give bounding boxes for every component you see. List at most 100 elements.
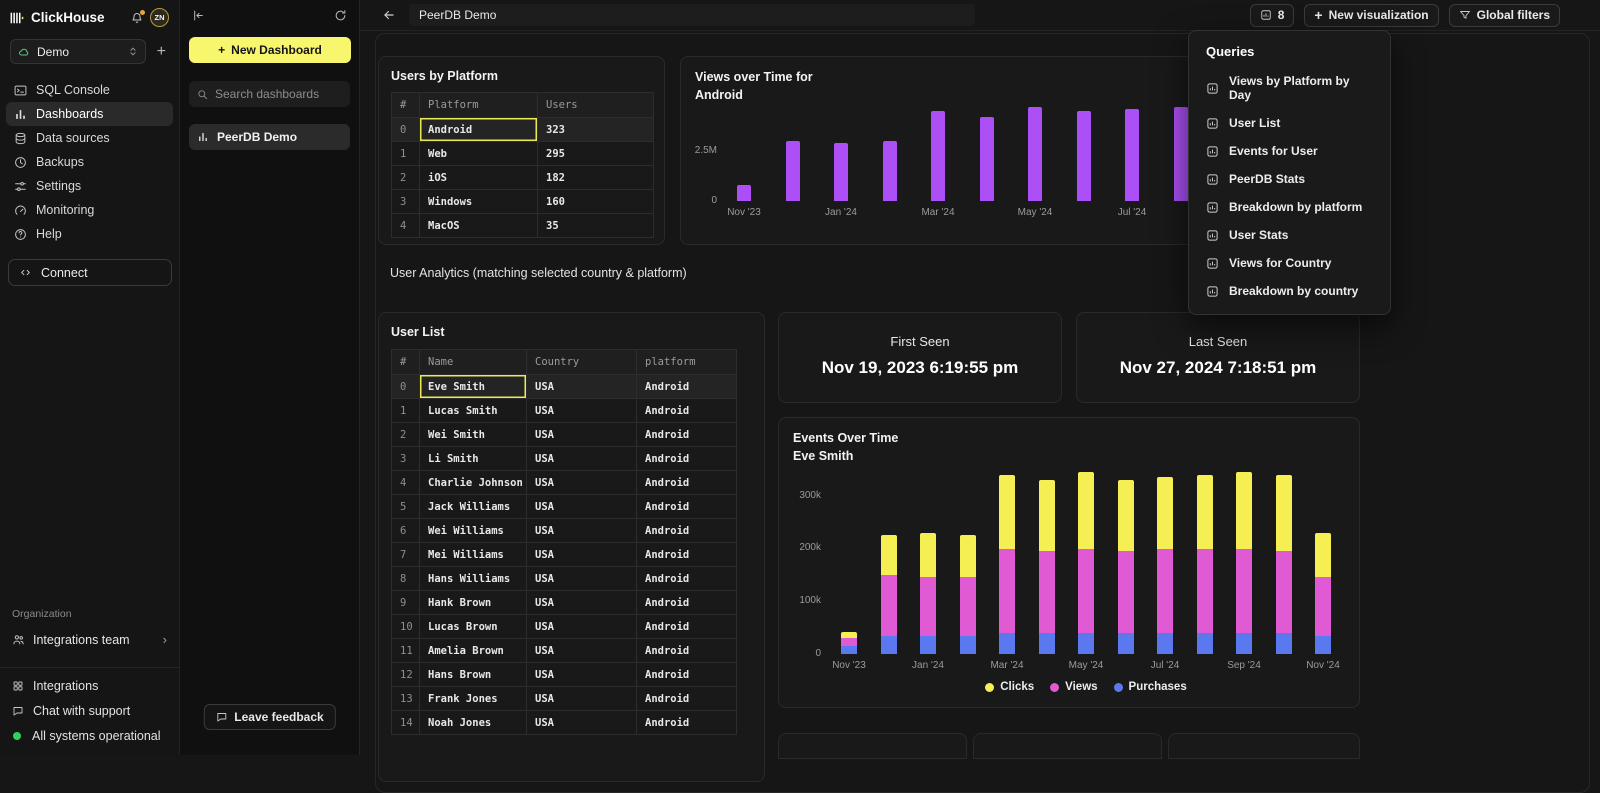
table-cell[interactable]: Android (637, 447, 737, 471)
chart-bar[interactable] (834, 143, 848, 201)
bar-segment-purchases[interactable] (1078, 633, 1094, 654)
bar-segment-clicks[interactable] (881, 535, 897, 575)
table-cell[interactable]: iOS (420, 166, 538, 190)
leave-feedback-button[interactable]: Leave feedback (203, 704, 335, 730)
row-index-cell[interactable]: 10 (392, 615, 420, 639)
bar-segment-views[interactable] (920, 577, 936, 635)
table-cell[interactable]: Android (637, 471, 737, 495)
table-cell[interactable]: USA (527, 567, 637, 591)
table-cell[interactable]: Windows (420, 190, 538, 214)
chart-bar[interactable] (1276, 475, 1292, 654)
table-cell[interactable]: Android (637, 711, 737, 735)
chart-bar[interactable] (1078, 472, 1094, 654)
bar-segment-views[interactable] (999, 549, 1015, 633)
table-cell[interactable]: 295 (538, 142, 654, 166)
table-cell[interactable]: Android (637, 495, 737, 519)
footer-item-system-status[interactable]: All systems operational (12, 729, 167, 743)
sidebar-item-data-sources[interactable]: Data sources (6, 126, 173, 150)
query-menu-item[interactable]: User Stats (1189, 221, 1390, 249)
table-cell[interactable]: Android (420, 118, 538, 142)
table-row[interactable]: 9Hank BrownUSAAndroid (392, 591, 737, 615)
table-cell[interactable]: Android (637, 687, 737, 711)
add-service-button[interactable]: + (154, 44, 169, 60)
bar-segment-purchases[interactable] (1236, 633, 1252, 654)
bar-segment-purchases[interactable] (1197, 633, 1213, 654)
bar-segment-purchases[interactable] (841, 646, 857, 654)
bar-segment-clicks[interactable] (1315, 533, 1331, 578)
table-cell[interactable]: Jack Williams (420, 495, 527, 519)
chart-bar[interactable] (960, 535, 976, 654)
table-cell[interactable]: Hans Brown (420, 663, 527, 687)
chart-bar[interactable] (1236, 472, 1252, 654)
table-cell[interactable]: USA (527, 495, 637, 519)
footer-item-chat-support[interactable]: Chat with support (12, 704, 167, 718)
table-row[interactable]: 2iOS182 (392, 166, 654, 190)
service-selector[interactable]: Demo (10, 39, 146, 64)
row-index-cell[interactable]: 14 (392, 711, 420, 735)
table-cell[interactable]: Android (637, 615, 737, 639)
table-row[interactable]: 0Eve SmithUSAAndroid (392, 375, 737, 399)
table-cell[interactable]: 35 (538, 214, 654, 238)
table-cell[interactable]: USA (527, 423, 637, 447)
table-row[interactable]: 8Hans WilliamsUSAAndroid (392, 567, 737, 591)
row-index-cell[interactable]: 1 (392, 142, 420, 166)
table-cell[interactable]: Android (637, 591, 737, 615)
table-cell[interactable]: Android (637, 663, 737, 687)
table-row[interactable]: 3Windows160 (392, 190, 654, 214)
bar-segment-clicks[interactable] (1236, 472, 1252, 549)
chart-bar[interactable] (1077, 111, 1091, 201)
legend-item[interactable]: Purchases (1114, 681, 1187, 693)
bar-segment-clicks[interactable] (999, 475, 1015, 549)
row-index-cell[interactable]: 4 (392, 471, 420, 495)
chart-bar[interactable] (1118, 480, 1134, 654)
row-index-cell[interactable]: 12 (392, 663, 420, 687)
sidebar-item-help[interactable]: Help (6, 222, 173, 246)
query-menu-item[interactable]: Breakdown by country (1189, 277, 1390, 305)
table-cell[interactable]: Lucas Brown (420, 615, 527, 639)
table-row[interactable]: 1Lucas SmithUSAAndroid (392, 399, 737, 423)
sidebar-item-dashboards[interactable]: Dashboards (6, 102, 173, 126)
table-cell[interactable]: 323 (538, 118, 654, 142)
bar-segment-views[interactable] (1039, 551, 1055, 633)
chart-bar[interactable] (1028, 107, 1042, 201)
bar-segment-clicks[interactable] (1157, 477, 1173, 548)
query-menu-item[interactable]: Breakdown by platform (1189, 193, 1390, 221)
table-cell[interactable]: USA (527, 375, 637, 399)
row-index-cell[interactable]: 13 (392, 687, 420, 711)
table-cell[interactable]: 160 (538, 190, 654, 214)
table-cell[interactable]: Android (637, 519, 737, 543)
new-visualization-button[interactable]: + New visualization (1304, 4, 1438, 27)
dashboard-search[interactable] (189, 81, 350, 107)
legend-item[interactable]: Clicks (985, 681, 1034, 693)
table-row[interactable]: 1Web295 (392, 142, 654, 166)
bar-segment-views[interactable] (1236, 549, 1252, 633)
row-index-cell[interactable]: 6 (392, 519, 420, 543)
table-cell[interactable]: Lucas Smith (420, 399, 527, 423)
query-menu-item[interactable]: Views for Country (1189, 249, 1390, 277)
bar-segment-views[interactable] (960, 577, 976, 635)
bar-segment-views[interactable] (1276, 551, 1292, 633)
table-cell[interactable]: Android (637, 375, 737, 399)
row-index-cell[interactable]: 7 (392, 543, 420, 567)
bar-segment-views[interactable] (1078, 549, 1094, 633)
chart-bar[interactable] (931, 111, 945, 201)
row-index-cell[interactable]: 9 (392, 591, 420, 615)
dashboard-list-item[interactable]: PeerDB Demo (189, 124, 350, 150)
table-row[interactable]: 0Android323 (392, 118, 654, 142)
bar-segment-purchases[interactable] (999, 633, 1015, 654)
sidebar-item-settings[interactable]: Settings (6, 174, 173, 198)
bar-segment-purchases[interactable] (1039, 633, 1055, 654)
bar-segment-clicks[interactable] (1118, 480, 1134, 551)
chart-bar[interactable] (883, 141, 897, 201)
bar-segment-purchases[interactable] (1315, 636, 1331, 655)
bar-segment-clicks[interactable] (1039, 480, 1055, 551)
table-cell[interactable]: Wei Williams (420, 519, 527, 543)
chart-bar[interactable] (920, 533, 936, 654)
table-cell[interactable]: USA (527, 543, 637, 567)
row-index-cell[interactable]: 11 (392, 639, 420, 663)
table-cell[interactable]: USA (527, 519, 637, 543)
table-cell[interactable]: Charlie Johnson (420, 471, 527, 495)
bar-segment-purchases[interactable] (920, 636, 936, 655)
table-cell[interactable]: Hans Williams (420, 567, 527, 591)
table-row[interactable]: 4Charlie JohnsonUSAAndroid (392, 471, 737, 495)
